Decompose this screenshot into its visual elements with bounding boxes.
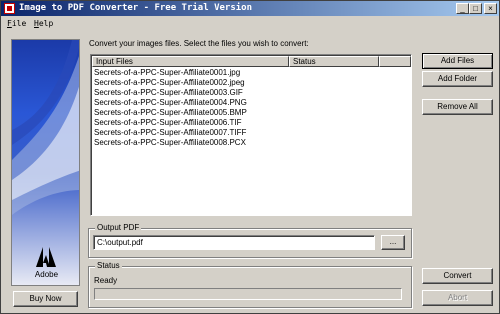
list-item[interactable]: Secrets-of-a-PPC-Super-Affiliate0006.TIF: [94, 118, 394, 128]
column-filler: [379, 56, 411, 67]
list-item[interactable]: Secrets-of-a-PPC-Super-Affiliate0002.jpe…: [94, 78, 394, 88]
add-files-button[interactable]: Add Files: [422, 53, 493, 69]
output-path-field[interactable]: C:\output.pdf: [93, 235, 375, 250]
abort-button[interactable]: Abort: [422, 290, 493, 306]
menu-bar: File Help: [1, 17, 499, 31]
menu-help[interactable]: Help: [34, 18, 53, 30]
instruction-text: Convert your images files. Select the fi…: [89, 39, 309, 48]
list-item[interactable]: Secrets-of-a-PPC-Super-Affiliate0004.PNG: [94, 98, 394, 108]
minimize-button[interactable]: _: [456, 3, 469, 14]
list-item[interactable]: Secrets-of-a-PPC-Super-Affiliate0001.jpg: [94, 68, 394, 78]
browse-button[interactable]: ...: [381, 235, 405, 250]
menu-file[interactable]: File: [7, 18, 26, 30]
close-button[interactable]: ×: [484, 3, 497, 14]
maximize-button[interactable]: □: [469, 3, 482, 14]
adobe-logo-icon: [36, 247, 56, 267]
list-item[interactable]: Secrets-of-a-PPC-Super-Affiliate0007.TIF…: [94, 128, 394, 138]
sidebar-banner: Adobe: [11, 39, 80, 286]
file-list[interactable]: Input Files Status Secrets-of-a-PPC-Supe…: [90, 54, 412, 216]
window-title: Image to PDF Converter - Free Trial Vers…: [19, 3, 252, 13]
add-folder-button[interactable]: Add Folder: [422, 71, 493, 87]
convert-button[interactable]: Convert: [422, 268, 493, 284]
list-item[interactable]: Secrets-of-a-PPC-Super-Affiliate0008.PCX: [94, 138, 394, 148]
list-item[interactable]: Secrets-of-a-PPC-Super-Affiliate0003.GIF: [94, 88, 394, 98]
output-pdf-label: Output PDF: [95, 223, 142, 233]
adobe-brand-label: Adobe: [34, 270, 59, 279]
list-item[interactable]: Secrets-of-a-PPC-Super-Affiliate0005.BMP: [94, 108, 394, 118]
app-icon[interactable]: [4, 3, 15, 14]
column-status[interactable]: Status: [289, 56, 379, 67]
file-list-header: Input Files Status: [92, 56, 411, 67]
title-bar[interactable]: Image to PDF Converter - Free Trial Vers…: [1, 1, 499, 16]
app-window: Image to PDF Converter - Free Trial Vers…: [0, 0, 500, 314]
remove-all-button[interactable]: Remove All: [422, 99, 493, 115]
status-text: Ready: [94, 276, 118, 285]
file-list-rows: Secrets-of-a-PPC-Super-Affiliate0001.jpg…: [94, 68, 394, 148]
buy-now-button[interactable]: Buy Now: [13, 291, 78, 307]
status-group: Status: [88, 261, 412, 308]
status-label: Status: [95, 261, 122, 271]
progress-bar: [94, 288, 402, 300]
column-input-files[interactable]: Input Files: [92, 56, 289, 67]
